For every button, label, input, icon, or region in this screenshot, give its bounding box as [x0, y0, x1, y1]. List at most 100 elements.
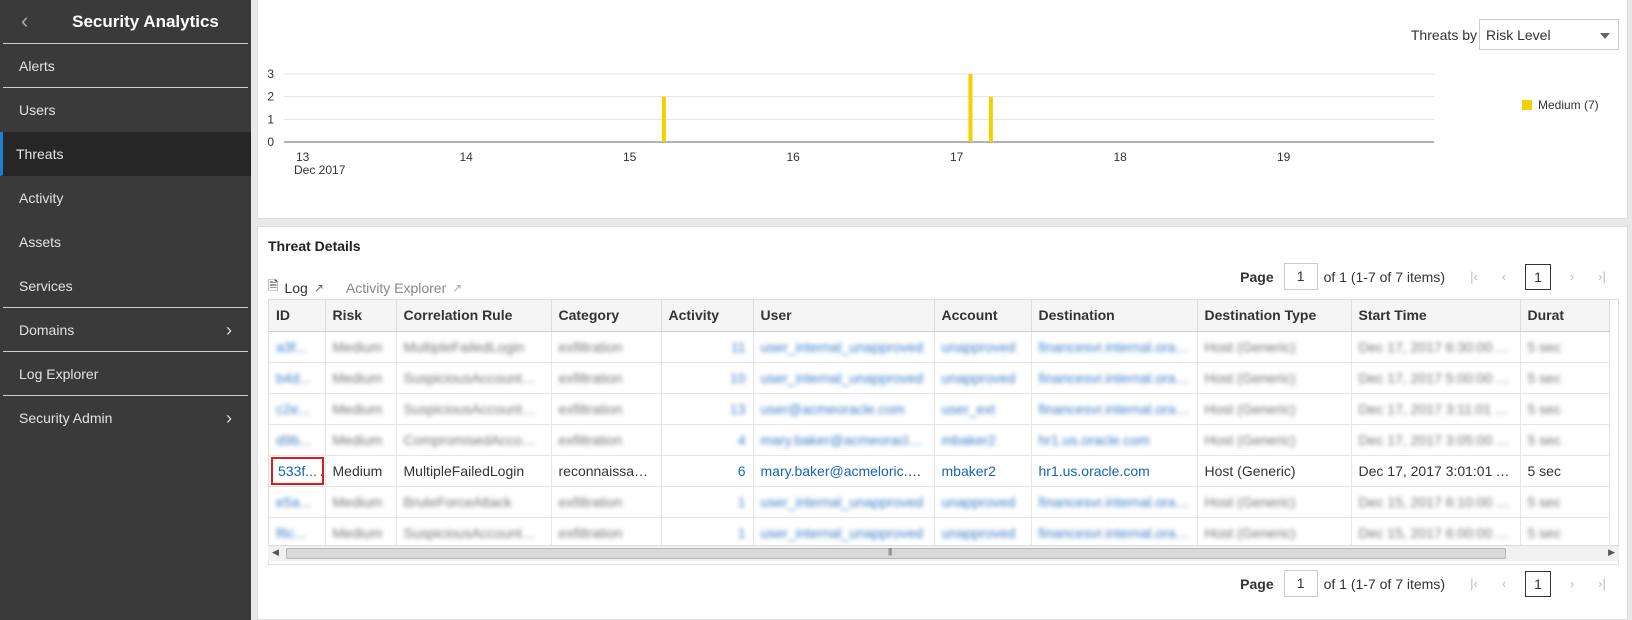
scroll-grip-icon: ||| — [888, 547, 892, 556]
cell-duration: 5 sec — [1520, 486, 1610, 518]
column-header[interactable]: Durat — [1520, 300, 1610, 332]
cell-start-time: Dec 17, 2017 3:05:00 AM — [1351, 424, 1521, 456]
cell-id[interactable]: d9b... — [269, 424, 326, 456]
cell-destination[interactable]: financesvr.internal.oracle.com — [1031, 362, 1198, 394]
cell-id[interactable]: a3f... — [269, 331, 326, 363]
sidebar-item-log-explorer[interactable]: Log Explorer — [3, 352, 248, 396]
cell-activity[interactable]: 1 — [661, 486, 754, 518]
table-row[interactable]: f6c... Medium SuspiciousAccountActivity exf… — [269, 517, 1610, 549]
column-header[interactable]: Risk — [325, 300, 397, 332]
log-button[interactable]: 🗎 Log ↗ — [268, 277, 324, 299]
cell-destination-type: Host (Generic) — [1197, 424, 1352, 456]
column-header[interactable]: Destination — [1031, 300, 1198, 332]
cell-account[interactable]: user_ext — [934, 393, 1032, 425]
cell-id[interactable]: e5a... — [269, 486, 326, 518]
sidebar-item-activity[interactable]: Activity — [3, 176, 248, 220]
cell-user[interactable]: user@acmeoracle.com — [753, 393, 935, 425]
table-row[interactable]: b4d... Medium SuspiciousAccountActivity exf… — [269, 362, 1610, 394]
cell-account[interactable]: unapproved — [934, 486, 1032, 518]
scrollbar-thumb[interactable] — [286, 548, 1506, 559]
sidebar-item-security-admin[interactable]: Security Admin › — [3, 396, 248, 440]
column-header[interactable]: Activity — [661, 300, 754, 332]
table-row[interactable]: a3f... Medium MultipleFailedLogin exfiltrat… — [269, 331, 1610, 363]
last-page-icon[interactable]: ›| — [1593, 576, 1611, 591]
sidebar-item-services[interactable]: Services — [3, 264, 248, 308]
cell-duration: 5 sec — [1520, 331, 1610, 363]
cell-account[interactable]: mbaker2 — [934, 424, 1032, 456]
column-header[interactable]: Category — [551, 300, 662, 332]
column-header[interactable]: User — [753, 300, 935, 332]
current-page[interactable]: 1 — [1525, 263, 1551, 290]
table-row[interactable]: c2e... Medium SuspiciousAccountActivity exf… — [269, 393, 1610, 425]
column-header[interactable]: Destination Type — [1197, 300, 1352, 332]
column-header[interactable]: Account — [934, 300, 1032, 332]
cell-activity[interactable]: 4 — [661, 424, 754, 456]
cell-activity[interactable]: 1 — [661, 517, 754, 549]
prev-page-icon[interactable]: ‹ — [1495, 576, 1513, 591]
cell-destination[interactable]: financesvr.internal.oracle.com — [1031, 486, 1198, 518]
cell-destination-link[interactable]: hr1.us.oracle.com — [1039, 463, 1150, 479]
back-chevron-icon[interactable]: ‹ — [21, 9, 43, 33]
first-page-icon[interactable]: |‹ — [1465, 576, 1483, 591]
cell-rule: SuspiciousAccountActivity — [396, 393, 552, 425]
next-page-icon[interactable]: › — [1563, 269, 1581, 284]
page-input[interactable]: 1 — [1283, 570, 1318, 597]
first-page-icon[interactable]: |‹ — [1465, 269, 1483, 284]
horizontal-scrollbar[interactable]: ◀ ||| ▶ — [268, 545, 1619, 561]
cell-start-time: Dec 17, 2017 3:11:01 AM — [1351, 393, 1521, 425]
cell-user[interactable]: user_internal_unapproved — [753, 331, 935, 363]
sidebar-item-domains[interactable]: Domains › — [3, 308, 248, 352]
cell-destination[interactable]: financesvr.internal.oracle.com — [1031, 517, 1198, 549]
cell-account[interactable]: unapproved — [934, 362, 1032, 394]
cell-activity[interactable]: 13 — [661, 393, 754, 425]
table-row[interactable]: e5a... Medium BruteForceAttack exfiltration… — [269, 486, 1610, 518]
column-header[interactable]: Start Time — [1351, 300, 1521, 332]
activity-explorer-button[interactable]: Activity Explorer ↗ — [346, 280, 462, 296]
column-header[interactable]: Correlation Rule — [396, 300, 552, 332]
cell-category: exfiltration — [551, 362, 662, 394]
cell-destination[interactable]: financesvr.internal.oracle.com — [1031, 331, 1198, 363]
y-tick-label: 1 — [267, 112, 274, 126]
cell-activity[interactable]: 11 — [661, 331, 754, 363]
scroll-right-icon[interactable]: ▶ — [1608, 547, 1615, 558]
external-link-icon: ↗ — [313, 281, 324, 295]
prev-page-icon[interactable]: ‹ — [1495, 269, 1513, 284]
table-row[interactable]: d9b...MediumCompromisedAccountActivityex… — [269, 424, 1610, 456]
cell-user-link[interactable]: mary.baker@acmeloric.com — [761, 463, 934, 479]
cell-duration: 5 sec — [1520, 362, 1610, 394]
scroll-left-icon[interactable]: ◀ — [272, 547, 279, 558]
cell-activity-link[interactable]: 6 — [738, 463, 746, 479]
cell-destination[interactable]: financesvr.internal.oracle.com — [1031, 393, 1198, 425]
table-row[interactable]: 533f... Medium MultipleFailedLogin reconnai… — [269, 455, 1610, 487]
sidebar-header: ‹ Security Analytics — [3, 0, 248, 44]
cell-destination[interactable]: hr1.us.oracle.com — [1031, 424, 1198, 456]
cell-id[interactable]: c2e... — [269, 393, 326, 425]
column-header[interactable]: ID — [269, 300, 326, 332]
cell-user[interactable]: mary.baker@acmeoracle.com — [753, 424, 935, 456]
sidebar-item-alerts[interactable]: Alerts — [3, 44, 248, 88]
sidebar-item-label: Threats — [16, 145, 64, 162]
page-input[interactable]: 1 — [1283, 263, 1318, 290]
current-page[interactable]: 1 — [1525, 570, 1551, 597]
activity-explorer-label: Activity Explorer — [345, 280, 447, 296]
chevron-right-icon: › — [226, 408, 232, 428]
cell-account[interactable]: unapproved — [934, 517, 1032, 549]
cell-category: exfiltration — [551, 486, 662, 518]
threat-id-link[interactable]: 533f... — [271, 456, 324, 485]
sidebar-item-threats[interactable]: Threats — [0, 132, 251, 176]
sidebar-item-assets[interactable]: Assets — [3, 220, 248, 264]
threats-chart: 0 1 2 3 13 14 15 16 17 18 19 Dec 2017 — [267, 67, 1434, 177]
cell-start-time: Dec 15, 2017 6:00:00 AM — [1351, 517, 1521, 549]
threats-by-select[interactable]: Risk Level — [1479, 19, 1619, 50]
last-page-icon[interactable]: ›| — [1593, 269, 1611, 284]
sidebar-item-users[interactable]: Users — [3, 88, 248, 132]
cell-activity[interactable]: 10 — [661, 362, 754, 394]
cell-user[interactable]: user_internal_unapproved — [753, 362, 935, 394]
cell-account[interactable]: unapproved — [934, 331, 1032, 363]
cell-id[interactable]: b4d... — [269, 362, 326, 394]
cell-account-link[interactable]: mbaker2 — [942, 463, 996, 479]
cell-id[interactable]: f6c... — [269, 517, 326, 549]
cell-user[interactable]: user_internal_unapproved — [753, 517, 935, 549]
next-page-icon[interactable]: › — [1563, 576, 1581, 591]
cell-user[interactable]: user_internal_unapproved — [753, 486, 935, 518]
